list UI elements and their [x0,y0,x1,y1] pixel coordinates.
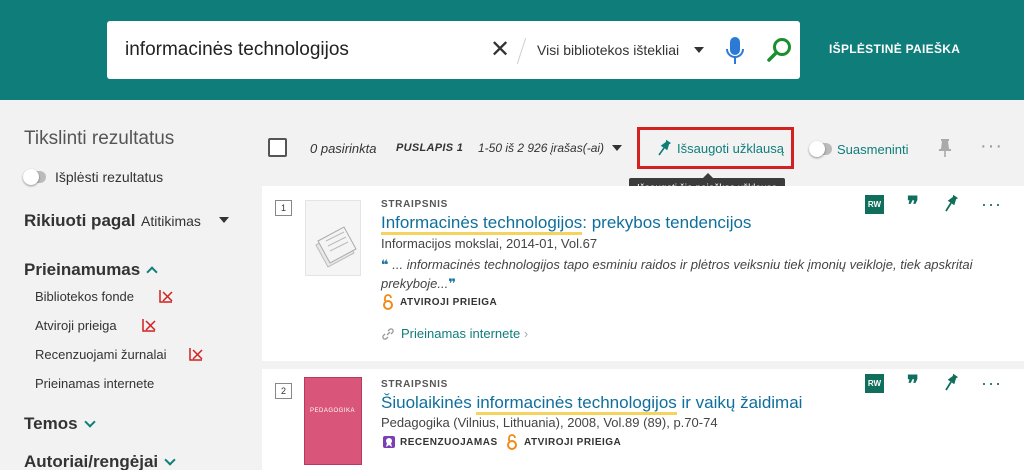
open-access-icon [507,434,517,450]
open-access-badge: ATVIROJI PRIEIGA [400,297,498,308]
search-scope-select[interactable]: Visi bibliotekos ištekliai [537,21,679,79]
result-type: STRAIPSNIS [381,199,449,210]
open-access-icon [383,294,393,310]
refworks-button[interactable]: RW [865,195,884,214]
result-number: 1 [275,200,292,216]
chevron-up-icon [146,266,158,278]
result-thumbnail[interactable]: PEDAGOGIKA [304,377,362,465]
refine-sidebar: Tikslinti rezultatus Išplėsti rezultatus… [0,100,262,470]
result-title[interactable]: Informacinės technologijos: prekybos ten… [381,213,752,235]
search-divider [516,38,527,64]
page-indicator: PUSLAPIS 1 [396,142,464,154]
facet-open-access[interactable]: Atviroji prieiga [35,318,117,333]
document-icon [315,226,357,268]
caret-down-icon[interactable] [694,47,704,53]
online-label: Prieinamas internete [401,326,521,341]
available-online-link[interactable]: Prieinamas internete › [401,326,528,341]
quote-open-icon: ❝ [381,257,389,272]
title-pre: Šiuolaikinės [381,393,477,412]
facet-online[interactable]: Prieinamas internete [35,376,154,391]
selected-count: 0 pasirinkta [310,141,377,156]
facet-library[interactable]: Bibliotekos fonde [35,289,134,304]
cite-icon[interactable]: ❞ [907,194,919,216]
topics-section[interactable]: Temos [24,414,96,434]
advanced-search-link[interactable]: IŠPLĖSTINĖ PAIEŠKA [829,42,960,56]
search-input[interactable] [125,21,485,79]
more-options-icon[interactable]: ··· [981,195,1002,213]
pin-icon[interactable] [943,194,959,214]
expand-results-label: Išplėsti rezultatus [55,169,164,185]
search-box: ✕ Visi bibliotekos ištekliai [107,21,800,79]
personalize-toggle[interactable] [809,141,832,157]
pin-icon [658,139,672,156]
save-query-label: Išsaugoti užklausą [677,141,784,156]
peer-reviewed-badge: RECENZUOJAMAS [400,437,498,448]
more-options-icon[interactable]: ··· [980,136,1003,156]
pin-icon[interactable] [943,373,959,393]
result-item: 1 STRAIPSNIS Informacinės technologijos:… [262,186,1024,361]
personalize-label[interactable]: Suasmeninti [837,142,909,157]
cover-title: PEDAGOGIKA [310,408,356,414]
more-options-icon[interactable]: ··· [981,374,1002,392]
expand-results-toggle[interactable] [23,169,46,185]
result-number: 2 [275,383,292,399]
title-highlight: Informacinės technologijos [381,213,583,235]
microphone-icon[interactable] [725,36,745,66]
sort-select[interactable]: Atitikimas [141,213,201,229]
authors-section[interactable]: Autoriai/rengėjai [24,452,176,470]
quote-close-icon: ❞ [448,276,456,291]
search-icon[interactable] [767,37,793,63]
clear-search-button[interactable]: ✕ [487,36,513,64]
result-title[interactable]: Šiuolaikinės informacinės technologijos … [381,393,803,415]
pin-icon[interactable] [937,138,953,158]
title-highlight: informacinės technologijos [476,393,677,415]
chevron-right-icon: › [523,326,529,341]
authors-label: Autoriai/rengėjai [24,452,159,470]
link-icon [382,328,394,340]
exclude-facet-icon[interactable] [141,318,157,332]
sort-label: Rikiuoti pagal [24,211,136,230]
result-source: Pedagogika (Vilnius, Lithuania), 2008, V… [381,415,718,430]
exclude-facet-icon[interactable] [188,347,204,361]
header-bar: ✕ Visi bibliotekos ištekliai IŠPLĖSTINĖ … [0,0,1024,100]
refine-title: Tikslinti rezultatus [24,128,175,149]
result-source: Informacijos mokslai, 2014-01, Vol.67 [381,236,598,251]
save-query-button[interactable]: Išsaugoti užklausą [637,127,794,169]
topics-label: Temos [24,414,78,433]
availability-label: Prieinamumas [24,260,141,279]
chevron-down-icon [83,416,96,428]
title-rest: : prekybos tendencijos [582,213,752,232]
facet-peer-reviewed[interactable]: Recenzuojami žurnalai [35,347,167,362]
result-type: STRAIPSNIS [381,379,449,390]
snippet-text: ... informacinės technologijos tapo esmi… [381,257,973,291]
title-rest: ir vaikų žaidimai [676,393,803,412]
result-snippet: ❝ ... informacinės technologijos tapo es… [381,255,981,293]
availability-section[interactable]: Prieinamumas [24,260,158,280]
peer-reviewed-icon [383,436,395,448]
exclude-facet-icon[interactable] [158,289,174,303]
select-all-checkbox[interactable] [268,138,287,157]
cite-icon[interactable]: ❞ [907,373,919,395]
caret-down-icon[interactable] [219,217,229,223]
result-thumbnail[interactable] [305,200,361,276]
results-range[interactable]: 1-50 iš 2 926 įrašas(-ai) [478,141,604,155]
open-access-badge: ATVIROJI PRIEIGA [524,437,622,448]
caret-down-icon[interactable] [612,145,622,151]
refworks-button[interactable]: RW [865,374,884,393]
chevron-down-icon [164,454,176,466]
result-item: 2 PEDAGOGIKA STRAIPSNIS Šiuolaikinės inf… [262,369,1024,470]
